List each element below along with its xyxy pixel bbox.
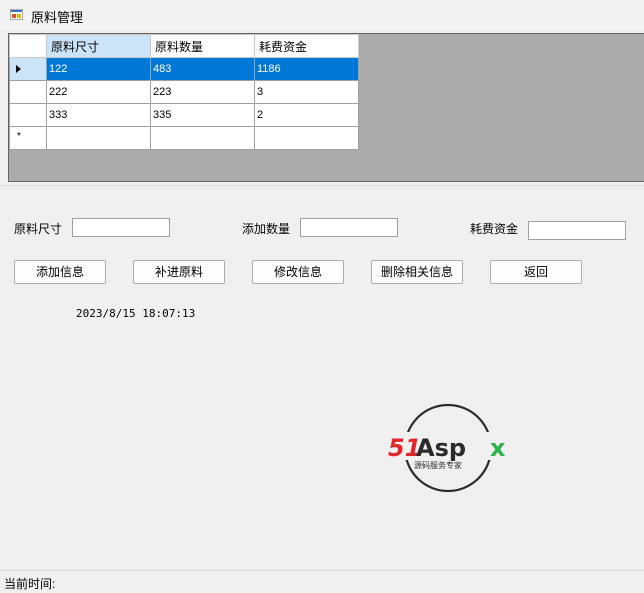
- restock-button[interactable]: 补进原料: [133, 260, 225, 284]
- grid-cell[interactable]: 122: [46, 57, 151, 81]
- row-header[interactable]: [9, 80, 47, 104]
- grid-header-row: 原料尺寸 原料数量 耗费资金: [9, 34, 359, 58]
- grid-cell[interactable]: 483: [150, 57, 255, 81]
- cost-input[interactable]: [528, 221, 626, 240]
- grid-cell[interactable]: 3: [254, 80, 359, 104]
- grid-cell[interactable]: [150, 126, 255, 150]
- size-label: 原料尺寸: [14, 222, 63, 236]
- window-title: 原料管理: [31, 10, 84, 25]
- column-header-size[interactable]: 原料尺寸: [46, 34, 151, 58]
- grid-cell[interactable]: 222: [46, 80, 151, 104]
- grid-corner-cell[interactable]: [9, 34, 47, 58]
- new-row[interactable]: *: [9, 126, 359, 150]
- table-row[interactable]: 122 483 1186: [9, 57, 359, 81]
- table-row[interactable]: 333 335 2: [9, 103, 359, 127]
- quantity-label: 添加数量: [242, 222, 291, 236]
- material-grid[interactable]: 原料尺寸 原料数量 耗费资金 122 483 1186 222 223 3 33…: [8, 33, 644, 182]
- logo-tagline: 源码服务专家: [414, 460, 462, 470]
- logo-text-asp: Asp: [416, 434, 466, 462]
- current-row-arrow-icon: [16, 65, 21, 73]
- grid-cell[interactable]: 333: [46, 103, 151, 127]
- grid-cell[interactable]: 223: [150, 80, 255, 104]
- grid-cell[interactable]: [46, 126, 151, 150]
- size-input[interactable]: [72, 218, 170, 237]
- table-row[interactable]: 222 223 3: [9, 80, 359, 104]
- delete-info-button[interactable]: 删除相关信息: [371, 260, 463, 284]
- grid-cell[interactable]: [254, 126, 359, 150]
- status-time-label: 当前时间:: [4, 577, 56, 591]
- row-header-current[interactable]: [9, 57, 47, 81]
- grid-cell[interactable]: 335: [150, 103, 255, 127]
- row-header-new[interactable]: *: [9, 126, 47, 150]
- logo-text-x: x: [490, 434, 506, 462]
- new-row-marker: *: [17, 131, 21, 142]
- grid-cell[interactable]: 1186: [254, 57, 359, 81]
- title-bar: 原料管理: [0, 0, 644, 30]
- row-header[interactable]: [9, 103, 47, 127]
- clock-display: 2023/8/15 18:07:13: [76, 307, 196, 320]
- quantity-input[interactable]: [300, 218, 398, 237]
- add-info-button[interactable]: 添加信息: [14, 260, 106, 284]
- brand-logo: 51 Asp x 源码服务专家: [388, 403, 510, 493]
- column-header-quantity[interactable]: 原料数量: [150, 34, 255, 58]
- divider: [0, 185, 644, 186]
- window-app-icon: [10, 9, 23, 20]
- column-header-cost[interactable]: 耗费资金: [254, 34, 359, 58]
- edit-info-button[interactable]: 修改信息: [252, 260, 344, 284]
- back-button[interactable]: 返回: [490, 260, 582, 284]
- cost-label: 耗费资金: [470, 222, 519, 236]
- status-bar: 当前时间:: [0, 570, 644, 593]
- grid-cell[interactable]: 2: [254, 103, 359, 127]
